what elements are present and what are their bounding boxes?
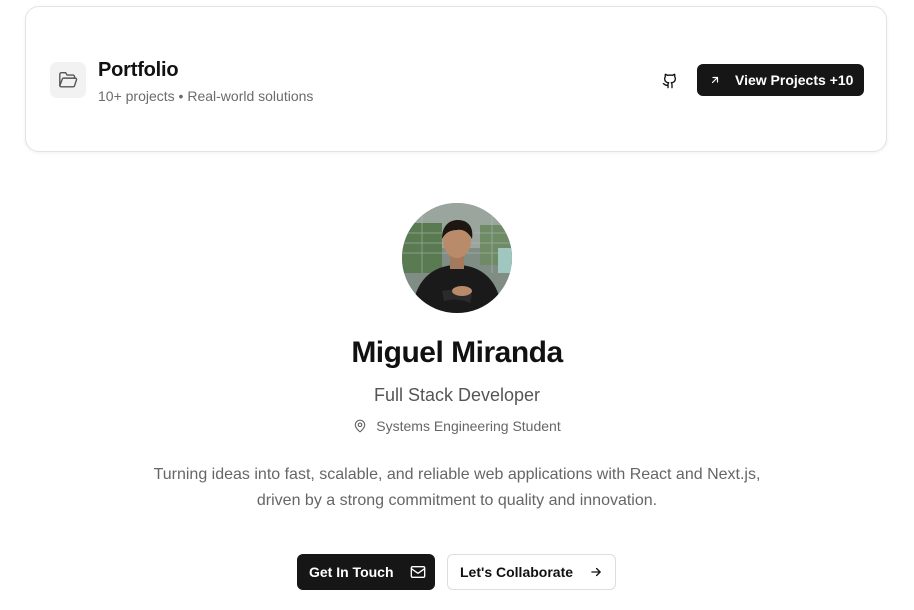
profile-bio: Turning ideas into fast, scalable, and r… [120, 462, 794, 514]
location-label: Systems Engineering Student [376, 418, 561, 434]
portfolio-title: Portfolio [98, 59, 179, 81]
arrow-right-icon [589, 565, 603, 579]
github-icon [662, 73, 677, 89]
bio-line-2: driven by a strong commitment to quality… [256, 492, 658, 509]
bio-line-1: Turning ideas into fast, scalable, and r… [153, 466, 761, 483]
folder-open-icon [59, 71, 78, 88]
profile-role: Full Stack Developer [373, 385, 541, 405]
lets-collaborate-button[interactable]: Let's Collaborate [447, 554, 616, 590]
lets-collaborate-label: Let's Collaborate [460, 564, 574, 580]
portfolio-subtitle: 10+ projects • Real-world solutions [98, 88, 314, 104]
portfolio-card: Portfolio 10+ projects • Real-world solu… [25, 6, 887, 152]
github-button[interactable] [658, 69, 682, 93]
avatar [402, 203, 512, 313]
arrow-up-right-icon [711, 76, 719, 84]
profile-photo [402, 203, 512, 313]
get-in-touch-button[interactable]: Get In Touch [297, 554, 435, 590]
profile-name: Miguel Miranda [351, 336, 563, 369]
map-pin-icon [353, 418, 367, 434]
get-in-touch-label: Get In Touch [309, 564, 394, 580]
profile-location: Systems Engineering Student [0, 418, 914, 434]
view-projects-label: View Projects +10 [735, 72, 854, 88]
view-projects-button[interactable]: View Projects +10 [697, 64, 864, 96]
mail-icon [410, 565, 426, 579]
folder-icon-box [50, 62, 86, 98]
